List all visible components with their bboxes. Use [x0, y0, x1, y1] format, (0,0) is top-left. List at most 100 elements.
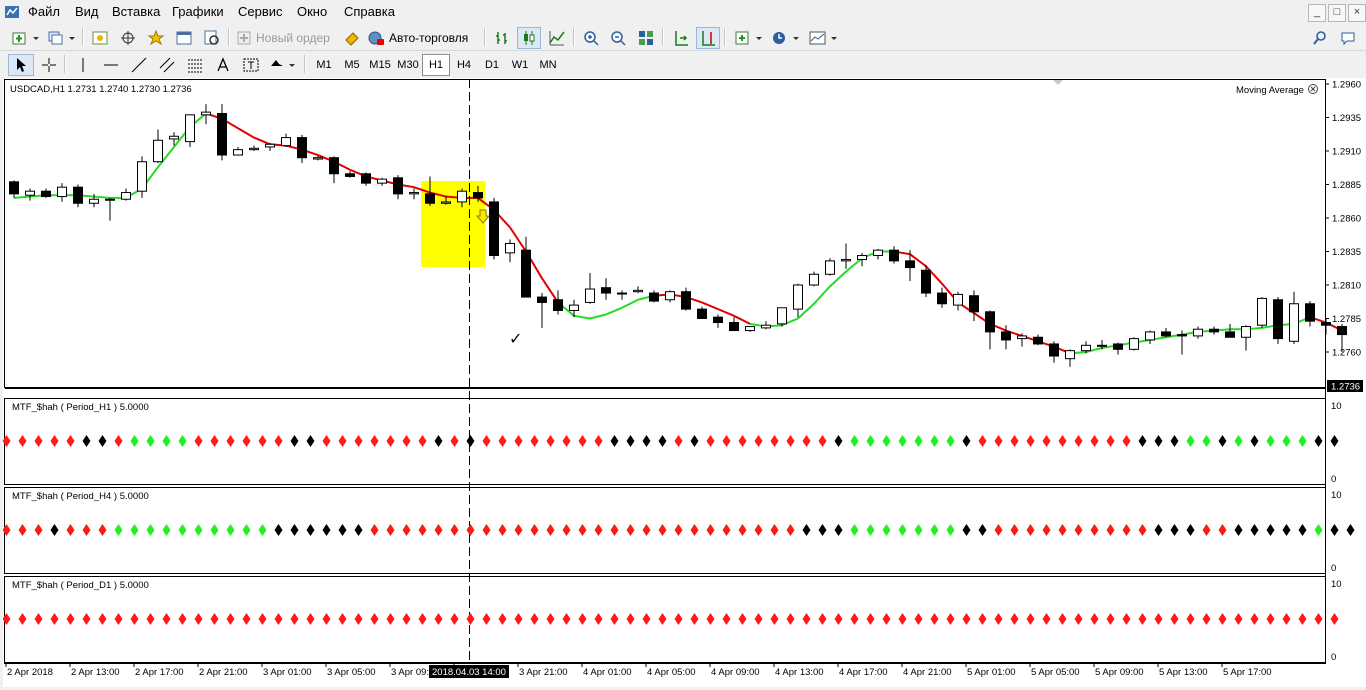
chart-window[interactable]: ✓ USDCAD,H1 1.2731 1.2740 1.2730 1.2736 … [2, 78, 1366, 687]
terminal-button[interactable] [172, 27, 196, 49]
candle-body [857, 255, 867, 261]
menu-tools[interactable]: Сервис [238, 4, 283, 20]
timeframe-mn[interactable]: MN [534, 54, 562, 76]
timeframe-m5[interactable]: M5 [338, 54, 366, 76]
chart-header: USDCAD,H1 1.2731 1.2740 1.2730 1.2736 [10, 84, 192, 95]
market-watch-button[interactable] [88, 27, 112, 49]
candle-body [617, 292, 627, 295]
profiles-icon [48, 31, 75, 45]
metaeditor-button[interactable] [340, 27, 364, 49]
candle [1129, 337, 1139, 351]
price-label: 1.2760 [1332, 348, 1361, 359]
fibonacci-icon [188, 59, 202, 73]
chart-shift-button[interactable] [696, 27, 720, 49]
trendline-button[interactable] [126, 54, 152, 76]
time-label: 3 Apr 01:00 [263, 667, 312, 678]
time-label: 4 Apr 09:00 [711, 667, 760, 678]
vertical-line-icon [82, 58, 84, 72]
autotrading-icon [368, 31, 384, 45]
chat-icon [1341, 32, 1355, 46]
subwindow-2-label: MTF_$hah ( Period_H4 ) 5.0000 [12, 491, 149, 502]
candle-body [281, 137, 291, 147]
text-button[interactable] [210, 54, 236, 76]
timeframe-h4[interactable]: H4 [450, 54, 478, 76]
subwindow-1-scale-top: 10 [1331, 401, 1342, 412]
vertical-line-button[interactable] [70, 54, 96, 76]
time-label: 4 Apr 21:00 [903, 667, 952, 678]
candle-body [137, 161, 147, 192]
minimize-button[interactable]: _ [1308, 4, 1326, 22]
candle-body [201, 111, 211, 116]
new-chart-button[interactable] [8, 27, 44, 49]
candle-body [1257, 297, 1267, 326]
indicators-button[interactable] [731, 27, 767, 49]
price-label: 1.2785 [1332, 314, 1361, 325]
candle [1257, 297, 1267, 328]
candle-body [233, 149, 243, 156]
navigator-button[interactable] [116, 27, 140, 49]
autoscroll-button[interactable] [669, 27, 693, 49]
equidistant-channel-button[interactable] [154, 54, 180, 76]
time-label: 2 Apr 21:00 [199, 667, 248, 678]
autoscroll-icon [675, 31, 688, 46]
crosshair-button[interactable] [36, 54, 62, 76]
timeframe-w1[interactable]: W1 [506, 54, 534, 76]
ma-segment [13, 195, 31, 199]
zoom-in-button[interactable] [579, 27, 603, 49]
candle-body [937, 292, 947, 305]
cursor-button[interactable] [8, 54, 34, 76]
tile-windows-button[interactable] [634, 27, 658, 49]
candle-body [1081, 344, 1091, 352]
line-chart-button[interactable] [545, 27, 569, 49]
timeframe-h1[interactable]: H1 [422, 54, 450, 76]
menu-charts[interactable]: Графики [172, 4, 224, 20]
chat-button[interactable] [1336, 27, 1360, 49]
menu-window[interactable]: Окно [297, 4, 327, 20]
candle-body [521, 249, 531, 298]
price-label: 1.2885 [1332, 180, 1361, 191]
text-label-button[interactable] [238, 54, 264, 76]
price-chart[interactable]: ✓ USDCAD,H1 1.2731 1.2740 1.2730 1.2736 … [2, 78, 1366, 687]
candle-body [1321, 322, 1331, 326]
menu-view[interactable]: Вид [75, 4, 99, 20]
templates-button[interactable] [806, 27, 842, 49]
candle-body [489, 201, 499, 257]
candle-body [873, 249, 883, 257]
timeframe-m30[interactable]: M30 [394, 54, 422, 76]
candle-body [745, 326, 755, 332]
market-watch-icon [92, 31, 108, 45]
candlestick-chart-button[interactable] [517, 27, 541, 49]
horizontal-line-button[interactable] [98, 54, 124, 76]
strategy-tester-button[interactable] [200, 27, 224, 49]
search-button[interactable] [1308, 27, 1332, 49]
candle-body [1305, 303, 1315, 322]
bar-chart-button[interactable] [490, 27, 514, 49]
candle [809, 271, 819, 287]
arrows-button[interactable] [266, 54, 300, 76]
candle-body [905, 260, 915, 269]
close-button[interactable]: × [1348, 4, 1366, 22]
app-logo-icon [5, 6, 19, 18]
menu-insert[interactable]: Вставка [112, 4, 160, 20]
profiles-button[interactable] [44, 27, 80, 49]
timeframe-m15[interactable]: M15 [366, 54, 394, 76]
candle-body [1241, 326, 1251, 338]
restore-button[interactable]: □ [1328, 4, 1346, 22]
menu-help[interactable]: Справка [344, 4, 395, 20]
fibonacci-button[interactable] [182, 54, 208, 76]
search-icon [1313, 31, 1326, 45]
favorites-button[interactable] [144, 27, 168, 49]
tester-icon [204, 30, 219, 45]
candlestick-icon [524, 31, 535, 45]
zoom-out-button[interactable] [606, 27, 630, 49]
autotrading-button[interactable]: Авто-торговля [366, 27, 480, 49]
candle-body [105, 198, 115, 201]
candle-body [793, 284, 803, 310]
timeframe-d1[interactable]: D1 [478, 54, 506, 76]
subwindow-3-label: MTF_$hah ( Period_D1 ) 5.0000 [12, 580, 149, 591]
new-order-button[interactable]: Новый ордер [235, 27, 337, 49]
timeframe-m1[interactable]: M1 [310, 54, 338, 76]
periods-button[interactable] [768, 27, 804, 49]
menu-file[interactable]: Файл [28, 4, 60, 20]
candle-body [1065, 350, 1075, 360]
